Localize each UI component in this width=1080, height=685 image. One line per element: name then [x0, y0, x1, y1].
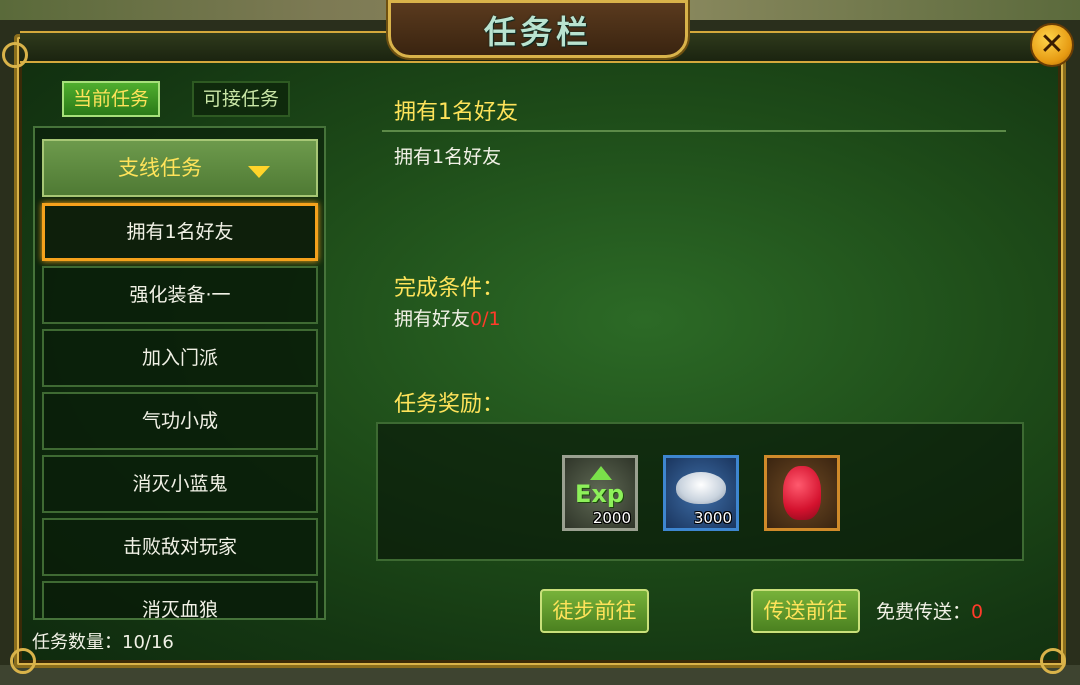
reward-amount: 2000 — [592, 509, 631, 527]
walk-to-button[interactable]: 徒步前往 — [540, 589, 649, 633]
quest-list-item[interactable]: 拥有1名好友 — [42, 203, 318, 261]
free-teleport-count: 0 — [971, 601, 984, 623]
quest-count: 任务数量：10/16 — [32, 628, 174, 654]
close-button[interactable]: ✕ — [1030, 23, 1074, 67]
category-header-side-quests[interactable]: 支线任务 — [42, 139, 318, 197]
tab-available-quests[interactable]: 可接任务 — [192, 81, 290, 117]
reward-gem[interactable] — [764, 455, 840, 531]
red-gem-icon — [783, 466, 821, 520]
condition-progress: 0/1 — [470, 308, 501, 330]
background-scene-bottom — [0, 665, 1080, 685]
reward-label: 任务奖励： — [394, 392, 505, 417]
tab-current-quests[interactable]: 当前任务 — [62, 81, 160, 117]
teleport-button[interactable]: 传送前往 — [751, 589, 860, 633]
corner-ornament-top-left-icon — [2, 42, 28, 68]
close-icon: ✕ — [1039, 27, 1065, 62]
completion-condition-label: 完成条件： — [394, 276, 505, 301]
exp-up-arrow-icon — [590, 466, 612, 480]
quest-list-item[interactable]: 击败敌对玩家 — [42, 518, 318, 576]
completion-condition: 拥有好友0/1 — [394, 304, 501, 331]
quest-list-item[interactable]: 气功小成 — [42, 392, 318, 450]
quest-list-item[interactable]: 强化装备·一 — [42, 266, 318, 324]
silver-ingot-icon — [676, 472, 726, 504]
title-plate: 任务栏 — [388, 0, 688, 58]
corner-ornament-bottom-right-icon — [1040, 648, 1066, 674]
category-label: 支线任务 — [118, 156, 202, 180]
detail-divider — [382, 130, 1006, 132]
quest-list-item[interactable]: 消灭血狼 — [42, 581, 318, 618]
reward-panel: Exp 2000 3000 — [376, 422, 1024, 561]
quest-list-panel[interactable]: 支线任务 拥有1名好友 强化装备·一 加入门派 气功小成 消灭小蓝鬼 击败敌对玩… — [33, 126, 326, 620]
free-teleport-label: 免费传送： — [876, 601, 972, 623]
free-teleport-info: 免费传送：0 — [876, 597, 983, 624]
chevron-down-icon — [248, 166, 270, 178]
reward-silver[interactable]: 3000 — [663, 455, 739, 531]
quest-count-value: 10/16 — [122, 632, 174, 653]
quest-list-item[interactable]: 消灭小蓝鬼 — [42, 455, 318, 513]
quest-detail-title: 拥有1名好友 — [394, 100, 518, 125]
window-title: 任务栏 — [483, 13, 592, 51]
quest-count-label: 任务数量： — [32, 632, 122, 653]
reward-exp[interactable]: Exp 2000 — [562, 455, 638, 531]
reward-amount: 3000 — [693, 509, 732, 527]
exp-icon: Exp — [575, 480, 625, 508]
condition-text: 拥有好友 — [394, 308, 471, 330]
quest-list-item[interactable]: 加入门派 — [42, 329, 318, 387]
quest-description: 拥有1名好友 — [394, 146, 502, 168]
